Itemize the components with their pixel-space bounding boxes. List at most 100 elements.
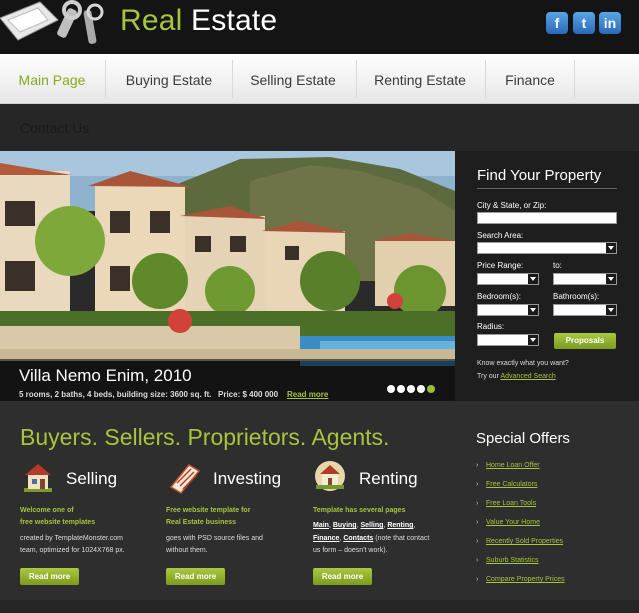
page-link-buying[interactable]: Buying (333, 522, 357, 529)
title-divider (477, 188, 617, 189)
hero-property-details: 5 rooms, 2 baths, 4 beds, building size:… (19, 390, 212, 399)
nav-buying-estate[interactable]: Buying Estate (124, 54, 214, 104)
nav-contact-us[interactable]: Contact Us (20, 104, 89, 154)
bedrooms-label: Bedroom(s): (477, 292, 522, 301)
price-to-label: to: (553, 261, 562, 270)
price-min-select[interactable] (477, 273, 539, 285)
slide-dot[interactable] (407, 385, 415, 393)
offer-label: Recently Sold Properties (486, 538, 564, 545)
slide-dot-active[interactable] (427, 385, 435, 393)
selling-intro-line2: free website templates (20, 519, 96, 526)
main-headline: Buyers. Sellers. Proprietors. Agents. (20, 424, 390, 450)
renting-pages-line2: Finance, Contacts (note that contact (313, 535, 430, 542)
search-area-select[interactable] (477, 242, 617, 254)
slide-indicators (387, 380, 437, 398)
linkedin-icon[interactable]: in (599, 12, 621, 34)
selling-text-line1: created by TemplateMonster.com (20, 535, 123, 542)
bedrooms-select[interactable] (477, 304, 539, 316)
site-header: Real Estate f t in (0, 0, 639, 54)
page-link-renting[interactable]: Renting (387, 522, 413, 529)
chevron-down-icon (606, 243, 616, 253)
radius-select[interactable] (477, 334, 539, 346)
nav-divider (356, 60, 357, 98)
slide-dot[interactable] (387, 385, 395, 393)
find-property-title: Find Your Property (477, 167, 602, 184)
page-link-main[interactable]: Main (313, 522, 329, 529)
advanced-search-link[interactable]: Advanced Search (500, 373, 555, 380)
nav-main-page[interactable]: Main Page (18, 54, 86, 104)
page-link-finance[interactable]: Finance (313, 535, 339, 542)
site-logo-text[interactable]: Real Estate (120, 4, 277, 38)
radius-label: Radius: (477, 322, 505, 331)
investing-text-line2: without them. (166, 547, 208, 554)
offer-label: Free Loan Tools (486, 500, 537, 507)
offer-link[interactable]: › Home Loan Offer (476, 462, 540, 469)
page-link-contacts[interactable]: Contacts (343, 535, 373, 542)
renting-title: Renting (359, 469, 418, 488)
investing-intro-line1: Free website template for (166, 507, 251, 514)
offer-link[interactable]: › Free Calculators (476, 481, 537, 488)
twitter-icon[interactable]: t (573, 12, 595, 34)
nav-divider (232, 60, 233, 98)
chevron-down-icon (606, 274, 616, 284)
hero-property-price: Price: $ 400 000 (218, 390, 279, 399)
offer-label: Free Calculators (486, 481, 538, 488)
chevron-down-icon (606, 305, 616, 315)
arrow-right-icon: › (476, 462, 479, 469)
main-nav: Main Page Buying Estate Selling Estate R… (0, 54, 639, 104)
selling-intro-line1: Welcome one of (20, 507, 74, 514)
footer-strip (0, 600, 639, 613)
chevron-down-icon (528, 335, 538, 345)
slide-dot[interactable] (397, 385, 405, 393)
offer-link[interactable]: › Compare Property Prices (476, 576, 565, 583)
nav-finance[interactable]: Finance (504, 54, 556, 104)
nav-second-row: Contact Us (0, 104, 639, 151)
renting-read-more-button[interactable]: Read more (313, 568, 372, 585)
document-icon (169, 464, 201, 494)
keys-logo-icon (0, 0, 104, 44)
slide-dot[interactable] (417, 385, 425, 393)
find-property-panel: Find Your Property City & State, or Zip:… (455, 151, 639, 401)
page-link-selling[interactable]: Selling (360, 522, 383, 529)
facebook-icon[interactable]: f (546, 12, 568, 34)
arrow-right-icon: › (476, 500, 479, 507)
nav-divider (485, 60, 486, 98)
nav-renting-estate[interactable]: Renting Estate (374, 54, 466, 104)
arrow-right-icon: › (476, 557, 479, 564)
renting-pages-line1: Main, Buying, Selling, Renting, (313, 522, 416, 529)
investing-read-more-button[interactable]: Read more (166, 568, 225, 585)
arrow-right-icon: › (476, 519, 479, 526)
arrow-right-icon: › (476, 538, 479, 545)
hero-property-title: Villa Nemo Enim, 2010 (19, 366, 192, 385)
offer-label: Suburb Statistics (486, 557, 539, 564)
chevron-down-icon (528, 274, 538, 284)
bathrooms-label: Bathroom(s): (553, 292, 600, 301)
hero-read-more-link[interactable]: Read more (287, 390, 328, 399)
arrow-right-icon: › (476, 576, 479, 583)
selling-text-line2: team, optimized for 1024X768 px. (20, 547, 125, 554)
renting-note-part2: us form – doesn't work). (313, 547, 388, 554)
city-input[interactable] (477, 212, 617, 224)
proposals-button[interactable]: Proposals (554, 333, 616, 349)
bathrooms-select[interactable] (553, 304, 617, 316)
nav-divider (105, 60, 106, 98)
renting-intro: Template has several pages (313, 507, 406, 514)
offer-link[interactable]: › Value Your Home (476, 519, 540, 526)
logo-word-estate: Estate (182, 4, 278, 37)
selling-title: Selling (66, 469, 118, 488)
city-label: City & State, or Zip: (477, 201, 547, 210)
logo-word-real: Real (120, 4, 183, 37)
arrow-right-icon: › (476, 481, 479, 488)
chevron-down-icon (528, 305, 538, 315)
nav-selling-estate[interactable]: Selling Estate (249, 54, 337, 104)
price-max-select[interactable] (553, 273, 617, 285)
offer-label: Value Your Home (486, 519, 540, 526)
offer-link[interactable]: › Free Loan Tools (476, 500, 536, 507)
investing-intro-line2: Real Estate business (166, 519, 237, 526)
selling-read-more-button[interactable]: Read more (20, 568, 79, 585)
offer-link[interactable]: › Recently Sold Properties (476, 538, 563, 545)
offer-label: Compare Property Prices (486, 576, 565, 583)
offer-link[interactable]: › Suburb Statistics (476, 557, 539, 564)
try-prefix: Try our (477, 373, 501, 380)
house-icon (24, 464, 52, 492)
